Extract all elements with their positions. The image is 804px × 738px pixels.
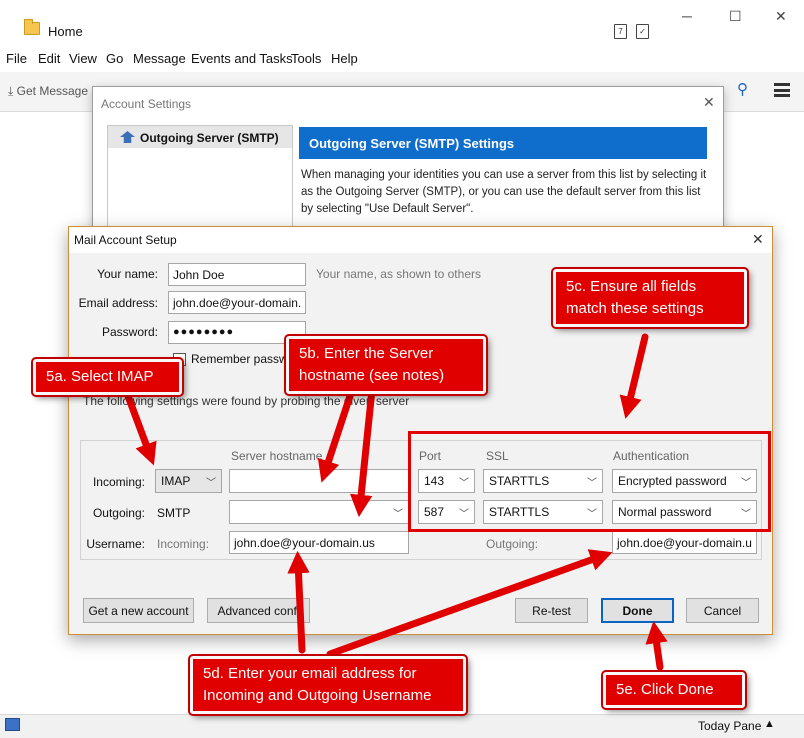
callout-5e: 5e. Click Done — [603, 672, 745, 708]
arrow-5b-hostname — [317, 386, 356, 483]
callout-5a: 5a. Select IMAP — [33, 359, 182, 395]
callout-5c: 5c. Ensure all fields match these settin… — [553, 269, 747, 327]
arrow-5b-outgoing — [350, 386, 376, 518]
callout-5d: 5d. Enter your email address for Incomin… — [190, 656, 466, 714]
arrow-5c — [619, 333, 649, 419]
arrow-5d-outgoing — [326, 549, 613, 658]
arrow-5d-incoming — [287, 550, 310, 654]
arrow-5a — [124, 392, 157, 466]
callout-5b: 5b. Enter the Server hostname (see notes… — [286, 336, 486, 394]
arrow-5e — [645, 620, 668, 671]
